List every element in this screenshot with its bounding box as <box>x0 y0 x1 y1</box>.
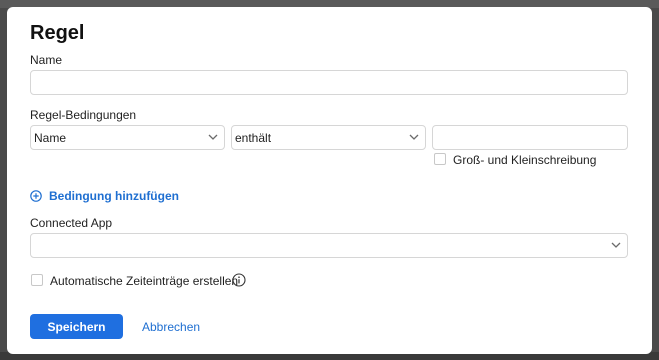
condition-field-value: Name <box>34 130 67 145</box>
condition-operator-value: enthält <box>235 130 272 145</box>
rule-dialog: Regel Name Regel-Bedingungen Name enthäl… <box>7 7 652 354</box>
chevron-down-icon <box>611 242 621 248</box>
connected-app-label: Connected App <box>30 216 113 230</box>
case-sensitive-checkbox[interactable] <box>434 153 446 165</box>
condition-operator-select[interactable]: enthält <box>231 125 426 150</box>
save-button[interactable]: Speichern <box>30 314 123 339</box>
connected-app-select[interactable] <box>30 233 628 258</box>
condition-field-select[interactable]: Name <box>30 125 225 150</box>
auto-time-entries-label: Automatische Zeiteinträge erstellen <box>50 274 239 288</box>
plus-circle-icon <box>30 190 42 202</box>
cancel-button[interactable]: Abbrechen <box>142 314 200 339</box>
chevron-down-icon <box>409 134 419 140</box>
name-input[interactable] <box>30 70 628 95</box>
condition-value-input[interactable] <box>432 125 628 150</box>
chevron-down-icon <box>208 134 218 140</box>
info-icon[interactable] <box>232 273 246 287</box>
conditions-label: Regel-Bedingungen <box>30 108 137 122</box>
auto-time-entries-checkbox[interactable] <box>31 274 43 286</box>
name-label: Name <box>30 53 63 67</box>
add-condition-button[interactable]: Bedingung hinzufügen <box>30 189 179 203</box>
add-condition-label: Bedingung hinzufügen <box>49 189 179 203</box>
dialog-title: Regel <box>30 22 85 44</box>
case-sensitive-label: Groß- und Kleinschreibung <box>453 153 597 167</box>
